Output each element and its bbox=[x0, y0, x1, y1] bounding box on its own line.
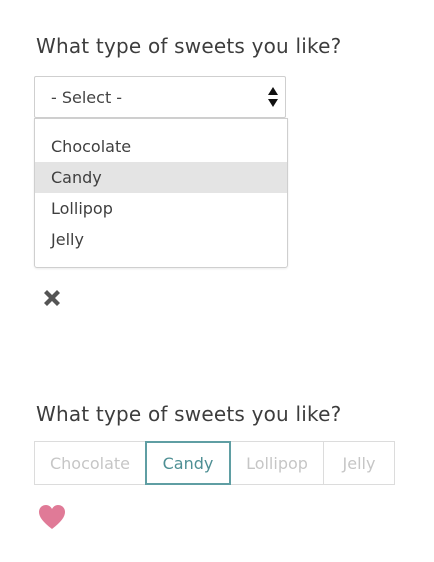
question-label: What type of sweets you like? bbox=[36, 34, 342, 58]
dropdown-option[interactable]: Lollipop bbox=[35, 193, 287, 224]
page: What type of sweets you like? - Select -… bbox=[0, 0, 434, 562]
option-button-lollipop[interactable]: Lollipop bbox=[230, 441, 324, 485]
select-dropdown-list: Chocolate Candy Lollipop Jelly bbox=[34, 118, 288, 268]
sweets-option-group: Chocolate Candy Lollipop Jelly bbox=[34, 441, 395, 485]
sweets-select[interactable]: - Select - bbox=[34, 76, 286, 118]
option-button-jelly[interactable]: Jelly bbox=[323, 441, 395, 485]
select-value: - Select - bbox=[51, 88, 123, 107]
dropdown-option[interactable]: Jelly bbox=[35, 224, 287, 255]
heart-icon bbox=[39, 505, 65, 529]
dropdown-option[interactable]: Chocolate bbox=[35, 131, 287, 162]
close-icon bbox=[44, 290, 60, 306]
option-button-candy[interactable]: Candy bbox=[145, 441, 231, 485]
option-button-chocolate[interactable]: Chocolate bbox=[34, 441, 146, 485]
question-label: What type of sweets you like? bbox=[36, 402, 342, 426]
dropdown-option-highlighted[interactable]: Candy bbox=[35, 162, 287, 193]
sort-arrows-icon bbox=[268, 87, 278, 107]
